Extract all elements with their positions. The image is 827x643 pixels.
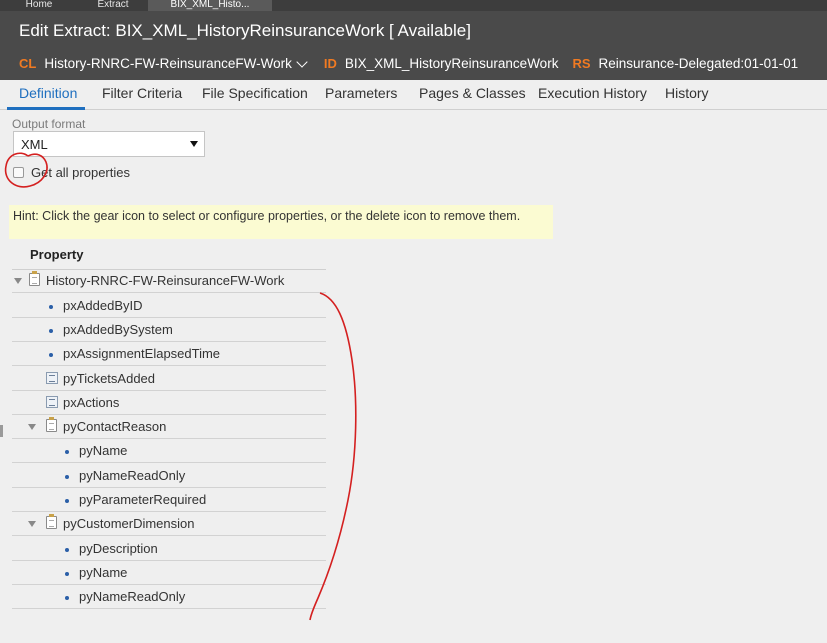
property-label: pxAddedBySystem [63,322,173,337]
class-dropdown[interactable]: History-RNRC-FW-ReinsuranceFW-Work [44,55,308,71]
tree-row[interactable]: pxAddedBySystem [12,318,326,342]
bullet-icon [49,329,53,333]
top-tab-home[interactable]: Home [0,0,78,11]
page-icon [46,417,57,432]
tab-file-specification[interactable]: File Specification [202,85,308,101]
expand-triangle-icon[interactable] [28,424,36,430]
tab-history[interactable]: History [665,85,709,101]
tree-row[interactable]: History-RNRC-FW-ReinsuranceFW-Work [12,269,326,293]
output-format-value: XML [21,137,48,152]
get-all-properties-label: Get all properties [31,165,130,180]
row-divider [12,462,326,463]
tab-bar: Definition Filter Criteria File Specific… [0,80,827,110]
property-label: pyDescription [79,541,158,556]
row-divider [12,608,326,609]
record-header: Edit Extract: BIX_XML_HistoryReinsurance… [0,11,827,80]
tree-row[interactable]: pyContactReason [12,415,326,439]
page-list-icon [46,372,58,384]
property-label: pyNameReadOnly [79,589,186,604]
property-label: pyName [79,443,128,458]
row-divider [12,292,326,293]
bullet-icon [65,475,69,479]
property-label: pyParameterRequired [79,492,207,507]
page-title: Edit Extract: BIX_XML_HistoryReinsurance… [19,21,471,40]
property-label: pxAssignmentElapsedTime [63,346,221,361]
page-list-icon [46,396,58,408]
tab-parameters[interactable]: Parameters [325,85,397,101]
tree-row[interactable]: pyName [12,561,326,585]
tree-row[interactable]: pyNameReadOnly [12,585,326,609]
page-icon [46,514,57,529]
bullet-icon [65,450,69,454]
tab-pages-classes[interactable]: Pages & Classes [419,85,526,101]
property-column-header: Property [12,244,326,270]
property-label: pyNameReadOnly [79,468,186,483]
record-meta: CL History-RNRC-FW-ReinsuranceFW-Work ID… [19,55,812,71]
property-label: History-RNRC-FW-ReinsuranceFW-Work [46,273,285,288]
active-tab-indicator [7,107,85,110]
property-label: pyTicketsAdded [63,371,156,386]
output-format-label: Output format [12,117,86,131]
property-label: pyName [79,565,128,580]
bullet-icon [65,499,69,503]
id-tag: ID [323,56,337,71]
tree-row[interactable]: pyTicketsAdded [12,367,326,391]
tree-row[interactable]: pyDescription [12,537,326,561]
row-divider [12,365,326,366]
tree-row[interactable]: pxActions [12,391,326,415]
id-value: BIX_XML_HistoryReinsuranceWork [344,56,559,71]
top-tab-extract[interactable]: Extract [78,0,148,11]
property-label: pyContactReason [63,419,167,434]
bullet-icon [65,596,69,600]
tree-row[interactable]: pxAssignmentElapsedTime [12,342,326,366]
expand-triangle-icon[interactable] [28,521,36,527]
bullet-icon [65,548,69,552]
bullet-icon [49,305,53,309]
row-divider [12,535,326,536]
bullet-icon [49,353,53,357]
bullet-icon [65,572,69,576]
caret-down-icon [190,141,198,147]
cl-tag: CL [19,56,37,71]
property-label: pxAddedByID [63,298,143,313]
tree-row[interactable]: pxAddedByID [12,294,326,318]
tree-row[interactable]: pyParameterRequired [12,488,326,512]
tree-row[interactable]: pyCustomerDimension [12,512,326,536]
tab-definition[interactable]: Definition [19,85,77,101]
tree-row[interactable]: pyNameReadOnly [12,464,326,488]
cl-value: History-RNRC-FW-ReinsuranceFW-Work [44,56,292,71]
splitter-handle[interactable] [0,425,3,437]
property-label: pyCustomerDimension [63,516,195,531]
tab-filter-criteria[interactable]: Filter Criteria [102,85,182,101]
get-all-properties-checkbox[interactable] [13,167,24,178]
top-tab-strip: Home Extract BIX_XML_Histo... [0,0,827,11]
rs-tag: RS [572,56,591,71]
hint-banner: Hint: Click the gear icon to select or c… [9,205,553,239]
output-format-select[interactable]: XML [13,131,205,157]
get-all-properties-row: Get all properties [13,165,130,180]
page-icon [29,271,40,286]
top-tab-bix-xml[interactable]: BIX_XML_Histo... [148,0,272,11]
chevron-down-icon [296,55,308,68]
expand-triangle-icon[interactable] [14,278,22,284]
property-label: pxActions [63,395,120,410]
tab-execution-history[interactable]: Execution History [538,85,647,101]
rs-value[interactable]: Reinsurance-Delegated:01-01-01 [599,56,799,71]
tree-row[interactable]: pyName [12,439,326,463]
